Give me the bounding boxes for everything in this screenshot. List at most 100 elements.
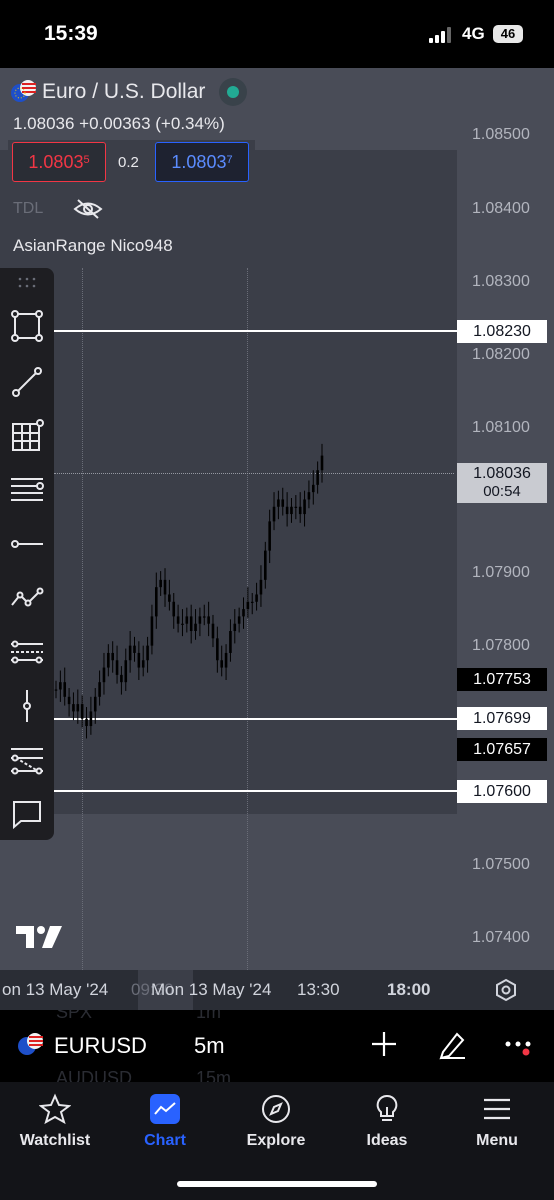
horizontal-ray-icon[interactable] — [9, 526, 45, 562]
candle — [120, 666, 123, 695]
candle — [168, 579, 171, 611]
candle — [181, 609, 184, 637]
tab-explore[interactable]: Explore — [226, 1092, 326, 1150]
price-tick: 1.07400 — [472, 929, 530, 946]
trend-line-icon[interactable] — [9, 364, 45, 400]
time-label: 13:30 — [297, 980, 340, 999]
eye-off-icon[interactable] — [73, 198, 103, 220]
horizontal-lines-icon[interactable] — [9, 472, 45, 508]
price-tag-level[interactable]: 1.07657 — [457, 738, 547, 761]
candle — [102, 652, 106, 695]
price-tick: 1.08100 — [472, 419, 530, 436]
candle — [255, 582, 258, 611]
symbol-selector[interactable]: EURUSD — [54, 1033, 147, 1059]
candle — [63, 667, 67, 706]
candle — [259, 565, 263, 607]
more-options-icon[interactable] — [505, 1040, 535, 1056]
lightbulb-icon — [376, 1094, 398, 1121]
candle — [198, 607, 202, 637]
price-tick: 1.07900 — [472, 564, 530, 581]
status-bar: 15:39 4G 46 — [0, 0, 554, 68]
tab-ideas[interactable]: Ideas — [337, 1092, 437, 1150]
drawing-toolbar — [0, 268, 54, 840]
tdl-indicator[interactable]: TDL — [5, 192, 116, 226]
current-price-tag[interactable]: 1.08036 00:54 — [457, 463, 547, 503]
candle — [202, 604, 206, 626]
candle — [194, 609, 197, 640]
candle — [76, 689, 80, 724]
compass-icon — [262, 1095, 290, 1123]
price-tag-level[interactable]: 1.07699 — [457, 707, 547, 730]
drag-handle-icon[interactable] — [17, 276, 37, 290]
candle — [242, 597, 245, 629]
candle — [303, 490, 306, 527]
bar-countdown: 00:54 — [483, 483, 521, 500]
candle — [311, 470, 315, 505]
comment-icon[interactable] — [9, 796, 45, 832]
chart-area[interactable]: 1.08500 1.08400 1.08300 1.08200 1.08100 … — [0, 68, 554, 970]
price-tick: 1.07800 — [472, 637, 530, 654]
candle — [93, 688, 97, 724]
price-tick: 1.08200 — [472, 346, 530, 363]
ghost-symbol-prev: SPX — [56, 1010, 93, 1022]
candle — [133, 636, 136, 662]
tdl-label: TDL — [13, 200, 44, 217]
candle — [185, 607, 189, 633]
ghost-interval-prev: 1m — [196, 1010, 222, 1022]
candle — [233, 609, 237, 644]
vertical-line-icon[interactable] — [9, 688, 45, 724]
sell-button[interactable]: 1.08035 — [12, 142, 106, 182]
time-label: on 13 May '24 — [2, 980, 109, 999]
candle — [54, 680, 58, 699]
candle — [128, 631, 132, 673]
candle — [85, 707, 88, 739]
candle — [111, 641, 114, 673]
current-price-value: 1.08036 — [473, 465, 531, 482]
time-axis[interactable]: on 13 May '24 09:30 Mon 13 May '24 13:30… — [0, 970, 554, 1010]
ghost-symbol-next: AUDUSD — [56, 1068, 133, 1082]
fib-grid-icon[interactable] — [9, 418, 45, 454]
rectangle-icon[interactable] — [9, 308, 45, 344]
price-tick: 1.08400 — [472, 200, 530, 217]
plus-icon[interactable] — [370, 1030, 398, 1058]
draw-pen-icon[interactable] — [437, 1028, 469, 1060]
price-tick: 1.07500 — [472, 856, 530, 873]
price-tag-level[interactable]: 1.08230 — [457, 320, 547, 343]
candle — [281, 487, 285, 516]
market-open-indicator[interactable] — [219, 78, 248, 106]
candle — [298, 492, 302, 523]
candle — [67, 688, 71, 717]
candle — [124, 648, 128, 691]
hamburger-menu-icon — [484, 1098, 510, 1120]
battery-icon: 46 — [493, 25, 523, 43]
interval-selector[interactable]: 5m — [194, 1033, 225, 1059]
candle — [224, 644, 228, 680]
price-tag-level[interactable]: 1.07600 — [457, 780, 547, 803]
candle — [220, 645, 224, 677]
pitchfork-icon[interactable] — [9, 742, 45, 778]
asian-range-indicator[interactable]: AsianRange Nico948 — [5, 229, 181, 263]
tab-menu[interactable]: Menu — [447, 1092, 547, 1150]
crosshair-time-label: Mon 13 May '24 — [151, 980, 272, 999]
candle — [290, 497, 293, 523]
network-type: 4G — [462, 24, 485, 43]
path-icon[interactable] — [9, 580, 45, 616]
buy-button[interactable]: 1.08037 — [155, 142, 249, 182]
price-tag-level[interactable]: 1.07753 — [457, 668, 547, 691]
candle — [207, 601, 210, 637]
spread-value: 0.2 — [118, 154, 139, 171]
fib-channel-icon[interactable] — [9, 634, 45, 670]
tab-watchlist[interactable]: Watchlist — [5, 1092, 105, 1150]
candle — [80, 695, 84, 728]
candle — [146, 636, 149, 673]
eu-us-flag-icon — [18, 1033, 43, 1055]
price-tick: 1.08500 — [472, 126, 530, 143]
candle — [107, 644, 110, 677]
star-icon — [39, 1093, 71, 1125]
symbol-header[interactable]: Euro / U.S. Dollar — [10, 78, 248, 106]
tab-chart[interactable]: Chart — [115, 1092, 215, 1150]
status-time: 15:39 — [44, 22, 98, 45]
candle — [211, 614, 215, 648]
settings-icon[interactable] — [494, 978, 518, 1002]
candle — [320, 443, 324, 483]
